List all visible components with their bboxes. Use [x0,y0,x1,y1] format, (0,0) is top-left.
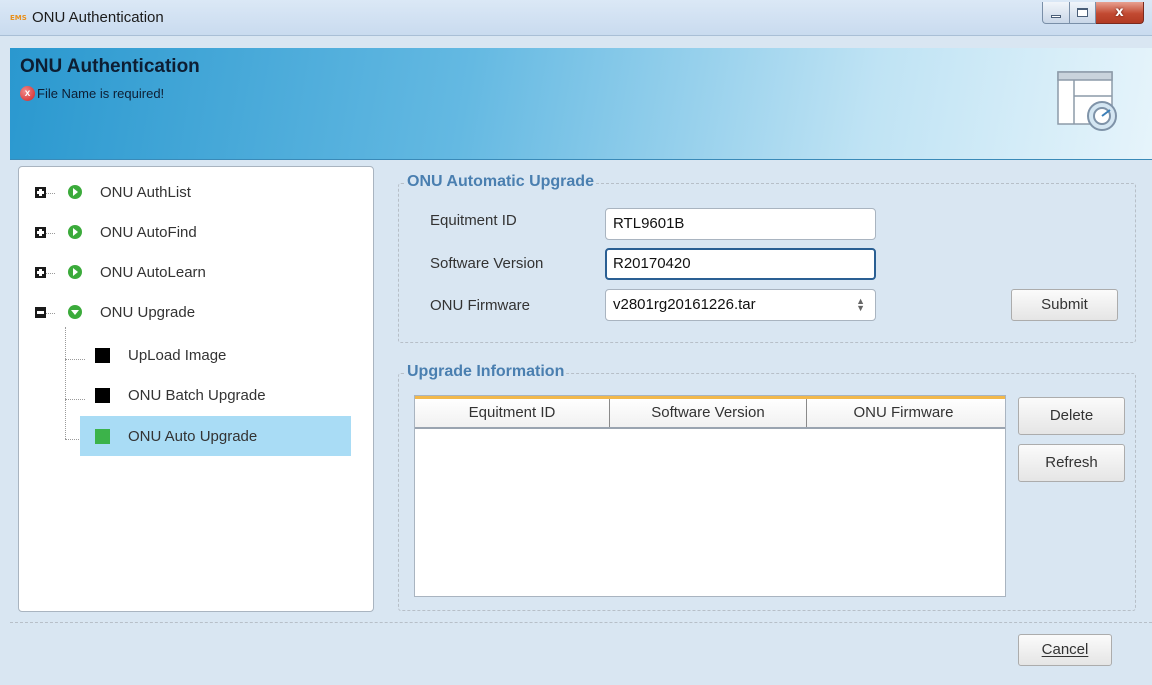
expand-icon[interactable] [35,186,46,198]
maximize-button[interactable] [1070,2,1096,24]
refresh-button[interactable]: Refresh [1018,444,1125,482]
upgrade-table[interactable]: Equitment ID Software Version ONU Firmwa… [414,395,1006,597]
minimize-icon [1051,15,1061,18]
software-version-field[interactable]: R20170420 [605,248,876,280]
cancel-button[interactable]: Cancel [1018,634,1112,666]
tree-item-upload-image[interactable]: UpLoad Image [95,343,226,367]
play-circle-icon [68,265,82,279]
square-icon [95,387,110,403]
tree-connector [65,399,85,400]
close-icon: x [1115,5,1124,20]
tree-node-label: UpLoad Image [128,346,227,364]
tree-item-onu-auto-upgrade[interactable]: ONU Auto Upgrade [95,424,257,448]
equipment-id-field[interactable]: RTL9601B [605,208,876,240]
tree-node-label: ONU Auto Upgrade [128,427,258,445]
table-header: Equitment ID Software Version ONU Firmwa… [415,396,1005,429]
square-icon [95,428,110,444]
page-title: ONU Authentication [20,56,200,77]
window-controls: x [1042,2,1144,26]
play-circle-icon [68,225,82,239]
close-button[interactable]: x [1096,2,1144,24]
tree-connector [65,359,85,360]
tree-node-onu-autofind[interactable]: ONU AutoFind [35,220,197,244]
spinner-arrows-icon[interactable]: ▲ ▼ [856,297,865,313]
tree-item-onu-batch-upgrade[interactable]: ONU Batch Upgrade [95,383,266,407]
error-icon: x [20,86,35,101]
navigation-tree: ONU AuthList ONU AutoFind ONU AutoLearn … [18,166,374,612]
tree-node-onu-upgrade[interactable]: ONU Upgrade [35,300,195,324]
tree-node-label: ONU AuthList [100,183,191,201]
equipment-id-label: Equitment ID [430,212,517,229]
onu-firmware-select[interactable]: v2801rg20161226.tar ▲ ▼ [605,289,876,321]
group-title: Upgrade Information [405,363,567,381]
title-bar: EMS ONU Authentication x [0,0,1152,36]
column-header-onu-firmware[interactable]: ONU Firmware [807,399,1000,427]
square-icon [95,347,110,363]
onu-firmware-value: v2801rg20161226.tar [613,296,756,313]
play-circle-icon [68,185,82,199]
footer-separator [10,622,1152,623]
onu-firmware-label: ONU Firmware [430,297,530,314]
tree-node-label: ONU AutoFind [100,223,197,241]
settings-window-icon [1057,71,1117,131]
group-title: ONU Automatic Upgrade [405,173,596,191]
expand-icon[interactable] [35,226,46,238]
tree-node-onu-autolearn[interactable]: ONU AutoLearn [35,260,206,284]
column-header-equipment-id[interactable]: Equitment ID [415,399,610,427]
header-banner: ONU Authentication x File Name is requir… [10,48,1152,160]
maximize-icon [1077,8,1088,17]
software-version-label: Software Version [430,255,544,272]
expand-icon[interactable] [35,266,46,278]
tree-node-onu-authlist[interactable]: ONU AuthList [35,180,191,204]
window-title: ONU Authentication [32,9,164,26]
app-icon: EMS [10,14,27,22]
column-header-software-version[interactable]: Software Version [610,399,807,427]
collapse-icon[interactable] [35,306,46,318]
error-text: File Name is required! [37,86,165,101]
delete-button[interactable]: Delete [1018,397,1125,435]
minimize-button[interactable] [1042,2,1070,24]
error-message: x File Name is required! [20,86,164,101]
tree-node-label: ONU AutoLearn [100,263,206,281]
tree-node-label: ONU Upgrade [100,303,196,321]
submit-button[interactable]: Submit [1011,289,1118,321]
tree-node-label: ONU Batch Upgrade [128,386,266,404]
cancel-label: Cancel [1041,641,1089,658]
down-circle-icon [68,305,82,319]
tree-connector [65,327,66,439]
